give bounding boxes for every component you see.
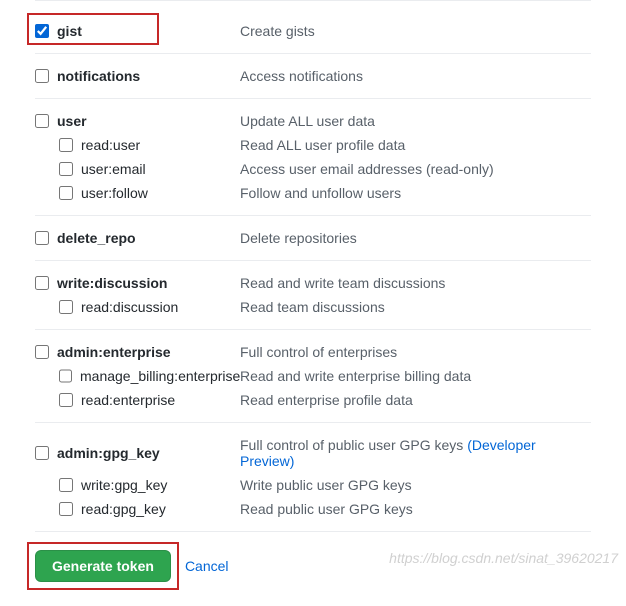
scope-label-write-discussion[interactable]: write:discussion [57,275,167,291]
scope-desc-read-user: Read ALL user profile data [240,137,591,153]
scope-checkbox-notifications[interactable] [35,69,49,83]
scope-label-write-gpg-key[interactable]: write:gpg_key [81,477,167,493]
scope-group-notifications: notifications Access notifications [35,54,591,99]
scope-checkbox-admin-enterprise[interactable] [35,345,49,359]
scope-checkbox-user[interactable] [35,114,49,128]
scope-label-admin-enterprise[interactable]: admin:enterprise [57,344,171,360]
scope-checkbox-read-enterprise[interactable] [59,393,73,407]
scope-row-read-discussion: read:discussion Read team discussions [35,295,591,319]
scope-desc-manage-billing-enterprise: Read and write enterprise billing data [240,368,591,384]
scope-checkbox-gist[interactable] [35,24,49,38]
scope-row-user: user Update ALL user data [35,109,591,133]
scope-label-gist[interactable]: gist [57,23,82,39]
scope-group-admin-gpg-key: admin:gpg_key Full control of public user… [35,423,591,532]
cut-off-row [35,0,591,9]
scope-group-gist: gist Create gists [35,9,591,54]
cancel-link[interactable]: Cancel [185,558,229,574]
scope-row-gist: gist Create gists [35,19,591,43]
scope-desc-read-gpg-key: Read public user GPG keys [240,501,591,517]
scope-row-user-follow: user:follow Follow and unfollow users [35,181,591,205]
scope-row-manage-billing-enterprise: manage_billing:enterpriseRead and write … [35,364,591,388]
scope-row-user-email: user:email Access user email addresses (r… [35,157,591,181]
scope-label-notifications[interactable]: notifications [57,68,140,84]
scope-desc-admin-enterprise: Full control of enterprises [240,344,591,360]
scope-desc-write-gpg-key: Write public user GPG keys [240,477,591,493]
scope-label-manage-billing-enterprise[interactable]: manage_billing:enterprise [80,368,240,384]
scope-row-admin-gpg-key: admin:gpg_key Full control of public user… [35,433,591,473]
scope-checkbox-manage-billing-enterprise[interactable] [59,369,72,383]
scope-desc-user-email: Access user email addresses (read-only) [240,161,591,177]
scope-row-admin-enterprise: admin:enterprise Full control of enterpri… [35,340,591,364]
scope-group-user: user Update ALL user data read:user Read AL… [35,99,591,216]
scope-group-admin-enterprise: admin:enterprise Full control of enterpri… [35,330,591,423]
scope-label-read-enterprise[interactable]: read:enterprise [81,392,175,408]
scope-desc-user-follow: Follow and unfollow users [240,185,591,201]
scope-row-read-gpg-key: read:gpg_key Read public user GPG keys [35,497,591,521]
scope-desc-delete-repo: Delete repositories [240,230,591,246]
token-scopes-form: gist Create gists notifications Access noti… [0,0,626,606]
scope-desc-read-discussion: Read team discussions [240,299,591,315]
scope-checkbox-read-user[interactable] [59,138,73,152]
scope-label-read-user[interactable]: read:user [81,137,140,153]
scope-checkbox-user-email[interactable] [59,162,73,176]
scope-checkbox-read-gpg-key[interactable] [59,502,73,516]
scope-row-delete-repo: delete_repo Delete repositories [35,226,591,250]
scope-label-user-email[interactable]: user:email [81,161,146,177]
scope-checkbox-write-discussion[interactable] [35,276,49,290]
scope-checkbox-delete-repo[interactable] [35,231,49,245]
scope-checkbox-read-discussion[interactable] [59,300,73,314]
scope-label-read-discussion[interactable]: read:discussion [81,299,178,315]
scope-row-read-enterprise: read:enterprise Read enterprise profile d… [35,388,591,412]
form-footer: Generate token Cancel [35,550,591,582]
scope-label-user[interactable]: user [57,113,87,129]
scope-label-user-follow[interactable]: user:follow [81,185,148,201]
scope-label-delete-repo[interactable]: delete_repo [57,230,136,246]
scope-desc-admin-gpg-key: Full control of public user GPG keys (De… [240,437,591,469]
scope-row-read-user: read:user Read ALL user profile data [35,133,591,157]
scope-row-write-discussion: write:discussion Read and write team disc… [35,271,591,295]
scope-desc-user: Update ALL user data [240,113,591,129]
scope-checkbox-admin-gpg-key[interactable] [35,446,49,460]
scope-desc-write-discussion: Read and write team discussions [240,275,591,291]
scope-desc-notifications: Access notifications [240,68,591,84]
scope-group-write-discussion: write:discussion Read and write team disc… [35,261,591,330]
scope-desc-read-enterprise: Read enterprise profile data [240,392,591,408]
scope-row-write-gpg-key: write:gpg_key Write public user GPG keys [35,473,591,497]
scope-desc-gist: Create gists [240,23,591,39]
scope-label-read-gpg-key[interactable]: read:gpg_key [81,501,166,517]
generate-token-button[interactable]: Generate token [35,550,171,582]
scope-checkbox-write-gpg-key[interactable] [59,478,73,492]
scope-checkbox-user-follow[interactable] [59,186,73,200]
developer-preview-link[interactable]: (Developer Preview) [240,437,536,469]
scope-label-admin-gpg-key[interactable]: admin:gpg_key [57,445,160,461]
scope-group-delete-repo: delete_repo Delete repositories [35,216,591,261]
scope-row-notifications: notifications Access notifications [35,64,591,88]
